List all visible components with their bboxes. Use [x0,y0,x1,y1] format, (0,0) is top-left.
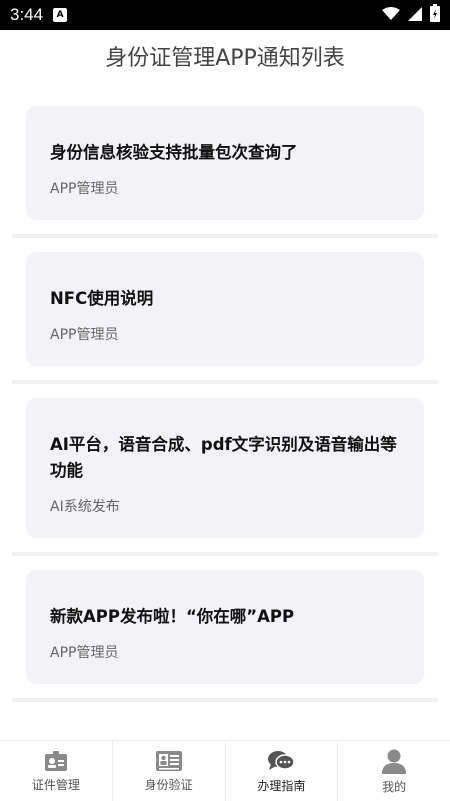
page-title: 身份证管理APP通知列表 [105,46,345,71]
status-time: 3:44 [10,5,44,24]
notification-title: 身份信息核验支持批量包次查询了 [50,143,298,162]
tab-label: 我的 [382,779,407,794]
tab-guide[interactable]: 办理指南 [226,741,339,801]
notification-author: APP管理员 [50,645,119,661]
notification-card[interactable]: 身份信息核验支持批量包次查询了 APP管理员 [26,106,424,220]
user-icon [381,748,407,774]
list-item[interactable]: 身份信息核验支持批量包次查询了 APP管理员 [12,92,438,238]
notification-author: AI系统发布 [50,499,120,515]
tab-label: 证件管理 [31,777,80,792]
notification-title: NFC使用说明 [50,289,154,308]
tab-label: 办理指南 [257,778,306,793]
notification-card[interactable]: 新款APP发布啦！“你在哪”APP APP管理员 [26,570,424,684]
bottom-tab-bar: 证件管理 身份验证 办理指南 我的 [0,740,450,801]
notification-list: 身份信息核验支持批量包次查询了 APP管理员 NFC使用说明 APP管理员 AI… [0,92,450,702]
notification-author: APP管理员 [50,181,119,197]
status-bar: 3:44 A [0,0,450,30]
tab-label: 身份验证 [144,777,193,792]
chat-bubbles-icon [267,749,296,773]
id-card-icon [44,750,68,772]
list-item[interactable]: AI平台，语音合成、pdf文字识别及语音输出等功能 AI系统发布 [12,384,438,556]
notification-title: AI平台，语音合成、pdf文字识别及语音输出等功能 [50,435,397,480]
id-verify-icon [155,750,183,772]
notification-card[interactable]: AI平台，语音合成、pdf文字识别及语音输出等功能 AI系统发布 [26,398,424,538]
signal-icon [408,6,422,25]
tab-id-management[interactable]: 证件管理 [0,741,113,801]
notification-title: 新款APP发布啦！“你在哪”APP [50,607,295,626]
wifi-icon [382,6,400,25]
battery-icon [430,4,440,26]
tab-id-verify[interactable]: 身份验证 [113,741,226,801]
notification-card[interactable]: NFC使用说明 APP管理员 [26,252,424,366]
tab-mine[interactable]: 我的 [338,741,450,801]
list-item[interactable]: 新款APP发布啦！“你在哪”APP APP管理员 [12,556,438,702]
list-item[interactable]: NFC使用说明 APP管理员 [12,238,438,384]
notification-author: APP管理员 [50,327,119,343]
app-notification-icon: A [53,8,68,22]
